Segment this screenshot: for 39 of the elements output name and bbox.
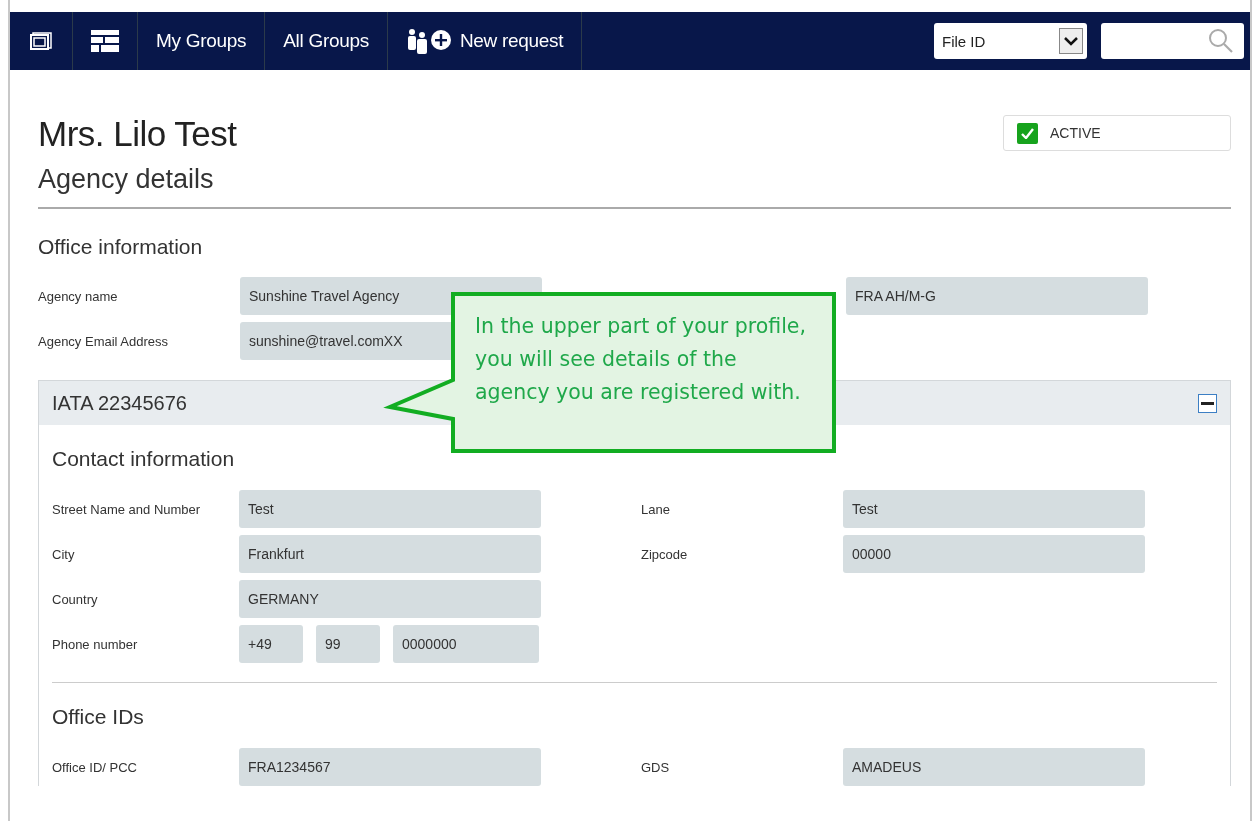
field-label: Country [52,591,99,607]
checkbox-label: ACTIVE [1050,125,1101,141]
search-icon [1208,28,1234,54]
active-checkbox[interactable] [1017,122,1038,144]
field-label: City [52,546,76,562]
check-icon [1021,127,1034,139]
collapse-icon[interactable] [1198,393,1217,413]
text-field[interactable]: Test [843,490,1145,528]
field-label: Lane [641,501,671,517]
subsection-heading: Office information [38,235,204,259]
search-field[interactable] [1101,23,1244,59]
new-request-button[interactable]: New request [387,12,583,70]
text-field[interactable]: AMADEUS [843,748,1145,786]
subsection-heading: Contact information [52,447,236,471]
field-label: GDS [641,759,671,775]
field-label: Zipcode [641,546,689,562]
field-label: Agency name [38,288,119,304]
field-label: Street Name and Number [52,501,202,517]
subsection-heading: Office IDs [52,705,145,729]
text-field[interactable]: 0000000 [393,625,539,663]
field-label: Agency Email Address [38,333,170,349]
section-heading: Agency details [38,164,1231,209]
text-field[interactable]: 00000 [843,535,1145,573]
text-field[interactable]: Frankfurt [239,535,541,573]
text-field[interactable]: FRA AH/M-G [846,277,1148,315]
nav-link[interactable]: All Groups [265,12,388,70]
field-label: Office ID/ PCC [52,759,138,775]
page-title: Mrs. Lilo Test [38,114,237,154]
chevron-down-icon [1064,36,1078,46]
panel-title: IATA 22345676 [52,391,187,415]
field-label: Phone number [52,636,139,652]
text-field[interactable]: GERMANY [239,580,541,618]
text-field[interactable]: 99 [316,625,380,663]
search-type-dropdown[interactable]: File ID [934,23,1087,59]
group-add-icon [405,28,452,54]
text-field[interactable]: Test [239,490,541,528]
text-field[interactable]: +49 [239,625,303,663]
nav-link[interactable]: My Groups [138,12,266,70]
text-field[interactable]: FRA1234567 [239,748,541,786]
